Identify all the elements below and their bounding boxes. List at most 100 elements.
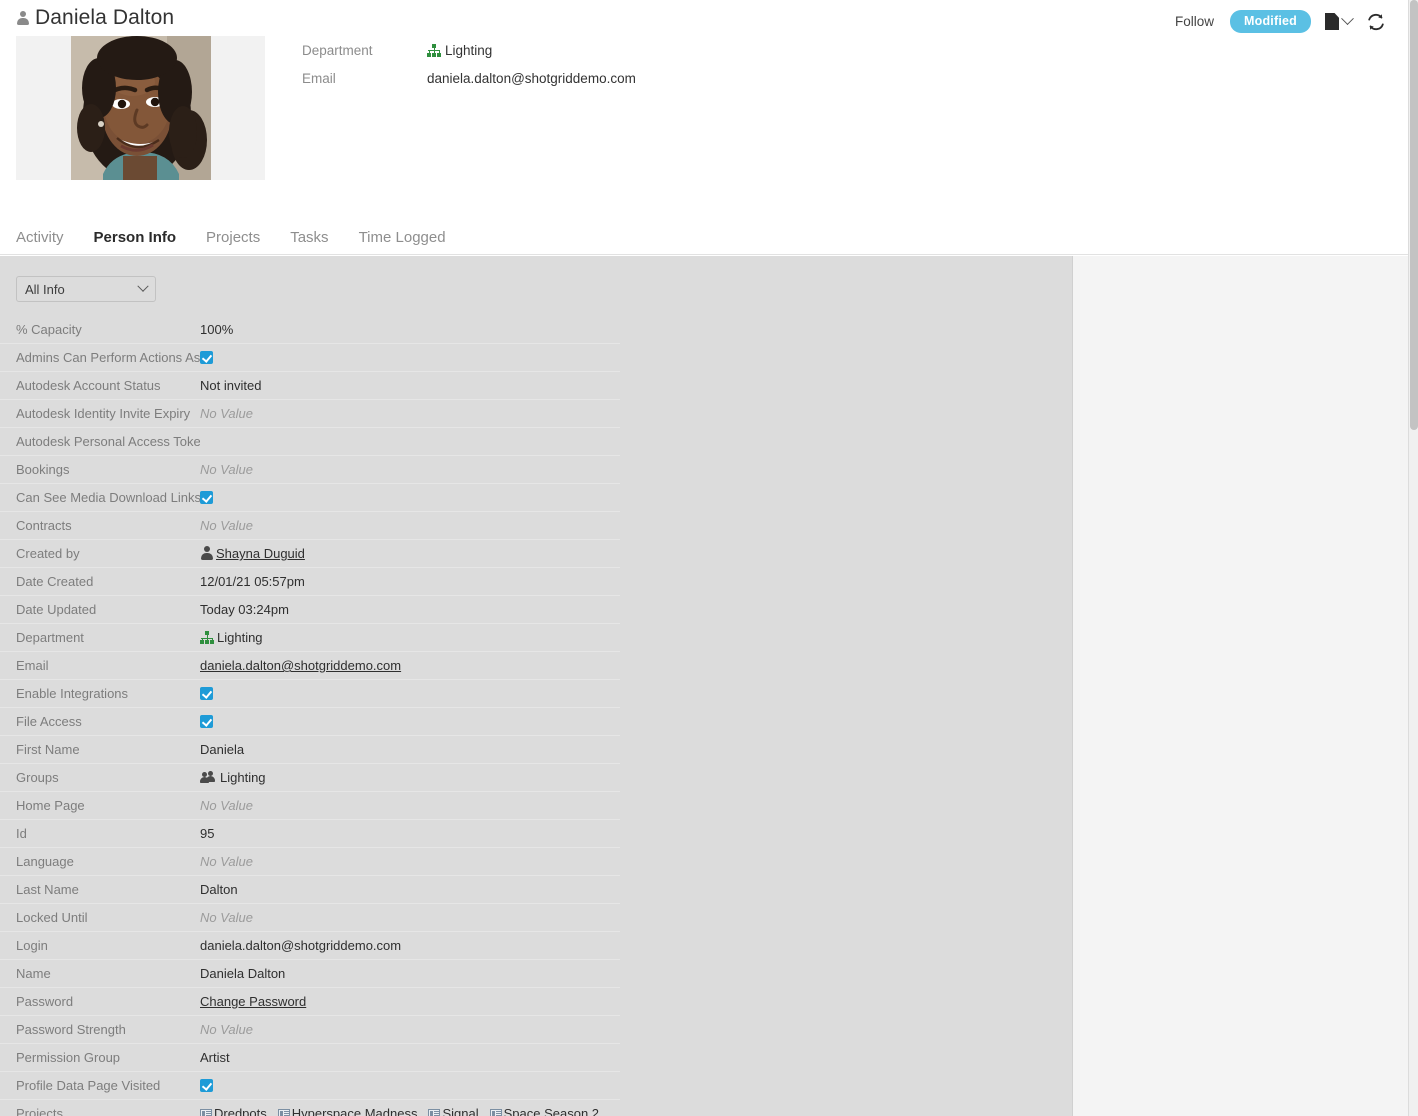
checkbox-icon[interactable]: [200, 715, 213, 728]
project-icon: [489, 1108, 502, 1116]
field-row: Permission Group Artist: [0, 1044, 620, 1072]
field-value[interactable]: daniela.dalton@shotgriddemo.com: [200, 658, 620, 673]
field-value[interactable]: 95: [200, 826, 620, 841]
field-label: Home Page: [16, 798, 85, 813]
field-value[interactable]: Dredpots Hyperspace Madness Signal Space Se…: [200, 1106, 620, 1116]
field-row: Last Name Dalton: [0, 876, 620, 904]
field-label: Department: [16, 630, 84, 645]
checkbox-icon[interactable]: [200, 351, 213, 364]
field-label: Name: [16, 966, 51, 981]
field-label: Password: [16, 994, 74, 1009]
field-row: Name Daniela Dalton: [0, 960, 620, 988]
checkbox-icon[interactable]: [200, 491, 213, 504]
project-label[interactable]: Dredpots: [214, 1106, 267, 1116]
tab-activity[interactable]: Activity: [16, 229, 80, 246]
field-label: Last Name: [16, 882, 79, 897]
field-value[interactable]: [200, 351, 620, 364]
tab-person-info[interactable]: Person Info: [94, 229, 193, 246]
tab-projects[interactable]: Projects: [206, 229, 276, 246]
field-row: Groups Lighting: [0, 764, 620, 792]
field-value[interactable]: Today 03:24pm: [200, 602, 620, 617]
project-label[interactable]: Hyperspace Madness: [292, 1106, 418, 1116]
summary-department-text[interactable]: Lighting: [445, 43, 492, 58]
field-value[interactable]: [200, 687, 620, 700]
field-value[interactable]: [200, 715, 620, 728]
field-row: Login daniela.dalton@shotgriddemo.com: [0, 932, 620, 960]
field-row: Created by Shayna Duguid: [0, 540, 620, 568]
field-value[interactable]: Not invited: [200, 378, 620, 393]
page-header: Daniela Dalton Follow Modified Departmen…: [0, 0, 1408, 255]
tab-bar: Activity Person Info Projects Tasks Time…: [0, 220, 476, 255]
summary-value: daniela.dalton@shotgriddemo.com: [427, 70, 636, 86]
field-text[interactable]: Lighting: [217, 630, 263, 645]
field-value[interactable]: Daniela: [200, 742, 620, 757]
avatar[interactable]: [16, 36, 265, 180]
tab-tasks[interactable]: Tasks: [290, 229, 344, 246]
field-value[interactable]: Lighting: [200, 770, 620, 785]
field-label: Date Updated: [16, 602, 97, 617]
project-chip[interactable]: Signal: [428, 1106, 479, 1116]
field-row: Language No Value: [0, 848, 620, 876]
field-row: Contracts No Value: [0, 512, 620, 540]
field-label: Autodesk Account Status: [16, 378, 161, 393]
field-row: First Name Daniela: [0, 736, 620, 764]
page-title-row: Daniela Dalton: [16, 6, 174, 30]
field-label: % Capacity: [16, 322, 82, 337]
document-icon: [1325, 13, 1339, 30]
summary-label: Department: [302, 42, 373, 58]
field-label: Projects: [16, 1106, 63, 1116]
vertical-scrollbar-thumb[interactable]: [1410, 0, 1418, 430]
field-value[interactable]: Lighting: [200, 630, 620, 645]
field-value[interactable]: No Value: [200, 854, 620, 869]
field-value[interactable]: 100%: [200, 322, 620, 337]
field-label: Permission Group: [16, 1050, 121, 1065]
field-label: Contracts: [16, 518, 72, 533]
field-value[interactable]: Artist: [200, 1050, 620, 1065]
field-value[interactable]: [200, 491, 620, 504]
field-value[interactable]: No Value: [200, 798, 620, 813]
header-summary: Department Lighting Email daniela.dalton…: [302, 36, 1002, 92]
project-chip[interactable]: Space Season 2: [489, 1106, 599, 1116]
field-value[interactable]: No Value: [200, 406, 620, 421]
field-value[interactable]: [200, 1079, 620, 1092]
document-menu-button[interactable]: [1325, 12, 1354, 30]
chevron-down-icon: [137, 280, 149, 292]
field-value[interactable]: Change Password: [200, 994, 620, 1009]
field-row: Autodesk Personal Access Toker: [0, 428, 620, 456]
field-value[interactable]: No Value: [200, 462, 620, 477]
project-chip[interactable]: Dredpots: [200, 1106, 267, 1116]
refresh-icon[interactable]: [1366, 12, 1386, 32]
checkbox-icon[interactable]: [200, 687, 213, 700]
field-row: Date Created 12/01/21 05:57pm: [0, 568, 620, 596]
field-value[interactable]: No Value: [200, 518, 620, 533]
field-value[interactable]: No Value: [200, 1022, 620, 1037]
field-label: Bookings: [16, 462, 70, 477]
field-value[interactable]: No Value: [200, 910, 620, 925]
field-value[interactable]: Dalton: [200, 882, 620, 897]
field-link[interactable]: Shayna Duguid: [216, 546, 305, 561]
field-row: Projects Dredpots Hyperspace Madness Signal…: [0, 1100, 620, 1116]
person-info-panel: All Info % Capacity 100% Admins Can Perfor…: [0, 256, 1072, 1116]
field-value[interactable]: Daniela Dalton: [200, 966, 620, 981]
follow-button[interactable]: Follow: [1173, 12, 1216, 31]
field-label: Groups: [16, 770, 59, 785]
field-link[interactable]: daniela.dalton@shotgriddemo.com: [200, 658, 401, 673]
field-value[interactable]: 12/01/21 05:57pm: [200, 574, 620, 589]
field-text[interactable]: Lighting: [220, 770, 266, 785]
field-label: Can See Media Download Links i: [16, 490, 200, 505]
info-filter-select[interactable]: All Info: [16, 276, 156, 302]
project-chip[interactable]: Hyperspace Madness: [277, 1106, 418, 1116]
field-value[interactable]: daniela.dalton@shotgriddemo.com: [200, 938, 620, 953]
status-badge[interactable]: Modified: [1230, 10, 1311, 33]
tab-time-logged[interactable]: Time Logged: [359, 229, 462, 246]
field-link[interactable]: Change Password: [200, 994, 306, 1009]
field-row: Bookings No Value: [0, 456, 620, 484]
field-label: First Name: [16, 742, 80, 757]
project-label[interactable]: Signal: [442, 1106, 478, 1116]
field-row: Can See Media Download Links i: [0, 484, 620, 512]
checkbox-icon[interactable]: [200, 1079, 213, 1092]
project-label[interactable]: Space Season 2: [504, 1106, 599, 1116]
vertical-scrollbar[interactable]: [1408, 0, 1418, 1116]
project-icon: [277, 1108, 290, 1116]
field-value[interactable]: Shayna Duguid: [200, 546, 620, 561]
